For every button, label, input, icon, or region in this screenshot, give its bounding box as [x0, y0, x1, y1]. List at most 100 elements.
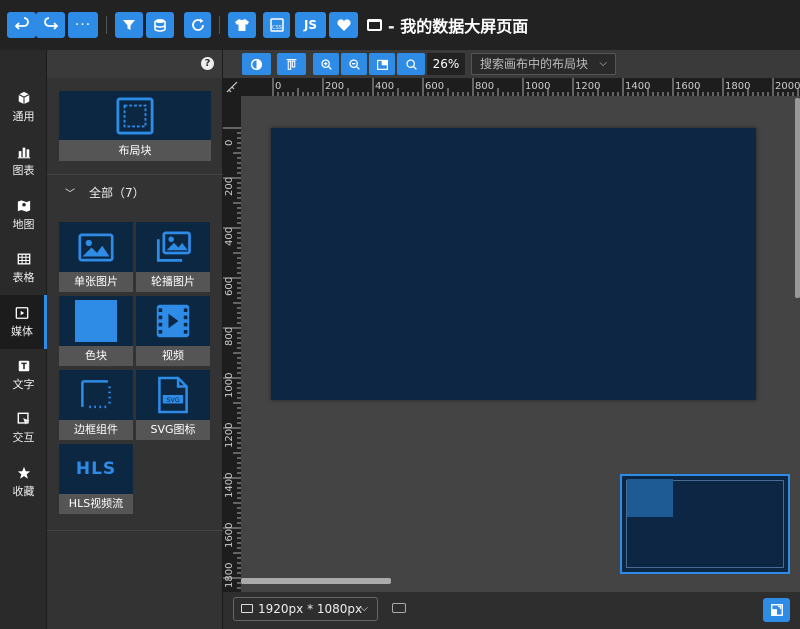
card-thumb: [59, 296, 133, 346]
zoom-out-icon: [348, 58, 360, 70]
sidebar-item-charts[interactable]: 图表: [0, 134, 47, 188]
screen-size-select[interactable]: 1920px * 1080px ⌵: [233, 597, 378, 621]
page-title-group: - 我的数据大屏页面: [367, 13, 528, 37]
zoom-out-button[interactable]: [341, 53, 367, 75]
ruler-top-label: 1400: [625, 81, 651, 92]
svg-badge: SVG: [166, 396, 179, 404]
ruler-toggle-icon: [226, 81, 238, 93]
ruler-left-label: 1600: [224, 522, 235, 548]
zoom-in-icon: [320, 58, 332, 70]
sidebar-item-label: 图表: [12, 163, 35, 177]
component-card-carousel[interactable]: 轮播图片: [136, 222, 210, 292]
ruler-top-label: 1800: [725, 81, 751, 92]
component-panel: ? 布局块 ﹀ 全部（7） 单张图片 轮播图片 色块 视频 边框组件 SVG S…: [47, 50, 223, 629]
sidebar-item-label: 收藏: [12, 484, 35, 498]
contrast-button[interactable]: [242, 53, 271, 75]
images-icon: [156, 230, 191, 262]
align-top-button[interactable]: [277, 53, 306, 75]
table-icon: [17, 253, 30, 264]
screen-icon: [367, 19, 382, 31]
zoom-level: 26%: [427, 53, 465, 75]
sidebar-item-tables[interactable]: 表格: [0, 241, 47, 295]
page-title: - 我的数据大屏页面: [388, 17, 529, 36]
sidebar-item-maps[interactable]: 地图: [0, 188, 47, 242]
keyboard-icon[interactable]: [392, 603, 406, 613]
js-button[interactable]: JS: [295, 12, 326, 38]
card-thumb: SVG: [136, 370, 210, 420]
layout-block-search-select[interactable]: 搜索画布中的布局块 ⌵: [471, 53, 616, 75]
zoom-in-button[interactable]: [313, 53, 339, 75]
component-card-video[interactable]: 视频: [136, 296, 210, 366]
bar-chart-icon: [17, 147, 30, 158]
card-thumb: [59, 222, 133, 272]
sidebar-item-label: 文字: [12, 377, 35, 391]
panel-header: ?: [47, 50, 222, 78]
card-label: 视频: [136, 346, 210, 366]
sidebar-item-label: 媒体: [11, 324, 33, 338]
ruler-left-label: 200: [224, 176, 235, 196]
component-card-svg-icon[interactable]: SVG SVG图标: [136, 370, 210, 440]
card-thumb: [136, 296, 210, 346]
component-card-single-image[interactable]: 单张图片: [59, 222, 133, 292]
card-label: HLS视频流: [59, 494, 133, 514]
minimap[interactable]: [620, 474, 790, 574]
layout-block-icon: [116, 96, 154, 135]
star-icon: [17, 466, 30, 479]
bottom-bar: 1920px * 1080px ⌵: [223, 592, 800, 629]
minimap-viewport[interactable]: [627, 479, 673, 517]
vertical-scrollbar[interactable]: [795, 98, 800, 298]
color-block-icon: [75, 300, 117, 342]
sidebar-item-interaction[interactable]: 交互: [0, 401, 47, 455]
css-button[interactable]: CSS: [263, 12, 290, 38]
toolbar-divider: [106, 16, 107, 34]
more-icon: ···: [74, 17, 92, 33]
filter-button[interactable]: [115, 12, 143, 38]
horizontal-scrollbar[interactable]: [241, 578, 391, 584]
ruler-top: 0 200 400 600 800 1000 1200 1400 1600 18…: [241, 78, 800, 96]
heart-icon: [336, 19, 351, 31]
sidebar-item-favorites[interactable]: 收藏: [0, 455, 47, 509]
text-icon: [18, 360, 29, 371]
ruler-left-label: 0: [224, 139, 235, 146]
more-button[interactable]: ···: [68, 12, 98, 38]
component-card-color-block[interactable]: 色块: [59, 296, 133, 366]
sidebar-item-text[interactable]: 文字: [0, 348, 47, 402]
layout-block-card[interactable]: 布局块: [59, 91, 211, 161]
toggle-minimap-button[interactable]: [763, 598, 790, 622]
redo-button[interactable]: [36, 12, 65, 38]
card-thumb: [136, 222, 210, 272]
refresh-button[interactable]: [184, 12, 211, 38]
theme-button[interactable]: [228, 12, 256, 38]
ruler-top-label: 200: [325, 81, 345, 92]
canvas-workspace[interactable]: 0 200 400 600 800 1000 1200 1400 1600 18…: [223, 78, 800, 592]
ruler-left: 0 200 400 600 800 1000 1200 1400 1600 18…: [223, 96, 241, 592]
search-button[interactable]: [397, 53, 425, 75]
ruler-top-label: 400: [375, 81, 395, 92]
refresh-icon: [191, 18, 204, 31]
card-label: SVG图标: [136, 420, 210, 440]
ruler-top-label: 800: [475, 81, 495, 92]
ruler-corner[interactable]: [223, 78, 241, 96]
fit-screen-button[interactable]: [369, 53, 395, 75]
component-card-hls[interactable]: HLS HLS视频流: [59, 444, 133, 514]
favorite-button[interactable]: [329, 12, 358, 38]
sidebar-item-general[interactable]: 通用: [0, 80, 47, 134]
search-placeholder: 搜索画布中的布局块: [480, 57, 589, 71]
ruler-top-label: 600: [425, 81, 445, 92]
component-card-border[interactable]: 边框组件: [59, 370, 133, 440]
screen-canvas[interactable]: [271, 128, 756, 400]
help-icon[interactable]: ?: [201, 57, 214, 70]
ruler-left-label: 400: [224, 226, 235, 246]
sidebar-item-media[interactable]: 媒体: [0, 295, 47, 349]
card-label: 单张图片: [59, 272, 133, 292]
group-all-label: 全部（7）: [89, 186, 145, 200]
group-all-header[interactable]: ﹀ 全部（7）: [47, 174, 223, 210]
cube-icon: [18, 91, 29, 104]
ruler-left-label: 1200: [224, 422, 235, 448]
undo-button[interactable]: [7, 12, 36, 38]
ruler-top-label: 2000: [775, 81, 800, 92]
align-top-icon: [286, 58, 297, 70]
ruler-top-label: 1000: [525, 81, 551, 92]
database-button[interactable]: [146, 12, 174, 38]
minimap-icon: [770, 604, 783, 616]
